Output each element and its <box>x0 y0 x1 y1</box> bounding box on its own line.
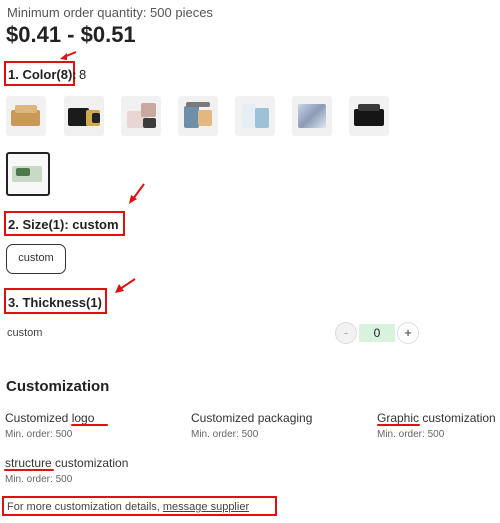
customization-item-title: Graphic customization <box>377 411 496 425</box>
customization-item-title: Customized logo <box>5 411 95 425</box>
thickness-option-label: custom <box>7 327 43 339</box>
color-swatch-white-box[interactable] <box>235 96 275 136</box>
color-swatch-kraft-box[interactable] <box>6 96 46 136</box>
customization-item-min: Min. order: 500 <box>377 429 445 440</box>
thickness-section-title: 3. Thickness(1) <box>8 295 102 310</box>
quantity-stepper[interactable]: - 0 + <box>335 322 419 346</box>
customization-item-packaging: Customized packaging Min. order: 500 <box>191 411 312 440</box>
message-supplier-link[interactable]: message supplier <box>163 501 249 513</box>
color-swatch-black-gold-box[interactable] <box>64 96 104 136</box>
color-swatch-black-box[interactable] <box>349 96 389 136</box>
customization-item-title: Customized packaging <box>191 411 313 425</box>
customization-item-min: Min. order: 500 <box>5 429 73 440</box>
annotation-underline-graphic <box>377 424 420 426</box>
more-customization-text: For more customization details, message … <box>7 501 249 513</box>
decrease-button[interactable]: - <box>335 322 357 344</box>
annotation-underline-structure <box>4 469 54 471</box>
customization-item-min: Min. order: 500 <box>191 429 259 440</box>
color-count: 8 <box>79 67 87 82</box>
customization-item-title: structure customization <box>5 456 129 470</box>
price-range: $0.41 - $0.51 <box>6 22 136 47</box>
increase-button[interactable]: + <box>397 322 419 344</box>
annotation-arrow-size <box>129 183 145 204</box>
color-swatch-pink-gift-box[interactable] <box>121 96 161 136</box>
color-swatch-holographic-box[interactable] <box>292 96 332 136</box>
more-customization-label: For more customization details, <box>7 501 163 513</box>
min-order-quantity: Minimum order quantity: 500 pieces <box>7 5 213 20</box>
quantity-value[interactable]: 0 <box>359 324 395 342</box>
annotation-arrow-thickness <box>115 278 136 293</box>
customization-heading: Customization <box>6 378 110 395</box>
color-swatch-printed-box[interactable] <box>178 96 218 136</box>
customization-item-min: Min. order: 500 <box>5 474 73 485</box>
annotation-arrow-color <box>60 51 77 60</box>
size-section-title: 2. Size(1): custom <box>8 217 119 232</box>
annotation-underline-logo <box>71 424 108 426</box>
size-option-custom[interactable]: custom <box>6 244 66 274</box>
color-swatch-green-box-selected[interactable] <box>6 152 50 196</box>
color-section-title: 1. Color(8): <box>8 67 77 82</box>
